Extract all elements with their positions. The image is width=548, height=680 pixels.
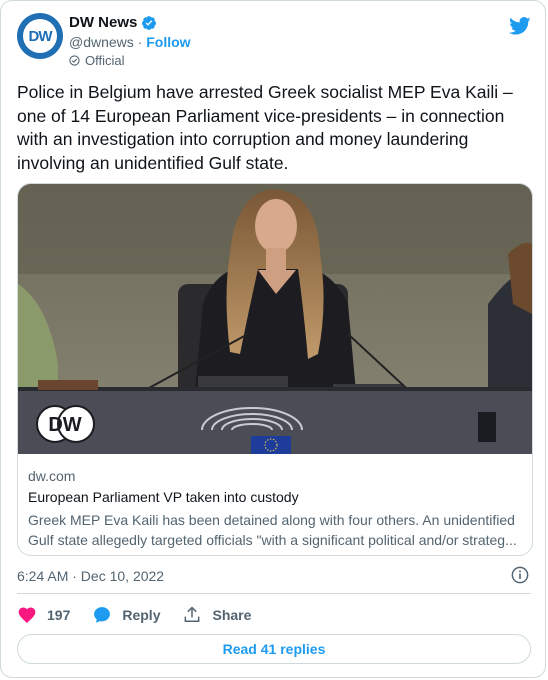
action-bar: 197 Reply Share — [17, 604, 273, 626]
link-description: Greek MEP Eva Kaili has been detained al… — [28, 510, 524, 550]
share-label: Share — [212, 607, 252, 623]
divider — [17, 593, 531, 594]
follow-button[interactable]: Follow — [146, 34, 190, 50]
share-icon — [185, 606, 200, 622]
verified-badge-icon — [142, 15, 157, 30]
info-icon[interactable] — [511, 566, 529, 584]
link-description-line: Gulf state allegedly targeted officials … — [28, 532, 517, 548]
dw-watermark-text: DW — [48, 414, 81, 436]
like-count: 197 — [47, 607, 71, 623]
link-card[interactable]: DW dw.com European Parliament VP taken i… — [17, 183, 533, 556]
reply-bubble-icon — [94, 607, 111, 623]
reply-label: Reply — [122, 607, 161, 623]
read-replies-button[interactable]: Read 41 replies — [17, 634, 531, 664]
share-button[interactable]: Share — [182, 605, 251, 625]
like-button[interactable]: 197 — [17, 605, 70, 625]
official-badge-icon — [69, 55, 80, 66]
twitter-bird-icon[interactable] — [509, 15, 531, 37]
dw-logo: DW — [23, 19, 57, 53]
tweet-timestamp[interactable]: 6:24 AM · Dec 10, 2022 — [17, 568, 164, 584]
link-info[interactable]: dw.com European Parliament VP taken into… — [18, 454, 532, 555]
official-text: Official — [85, 53, 125, 68]
tweet-text: Police in Belgium have arrested Greek so… — [17, 82, 513, 173]
link-title: European Parliament VP taken into custod… — [28, 489, 299, 505]
link-description-line: Greek MEP Eva Kaili has been detained al… — [28, 512, 515, 528]
separator: · — [137, 34, 143, 50]
avatar[interactable]: DW — [17, 13, 63, 59]
reply-button[interactable]: Reply — [92, 605, 160, 625]
handle[interactable]: @dwnews — [69, 34, 134, 50]
name-row: DW News — [69, 14, 157, 31]
tweet-card: DW DW News @dwnews · Follow Official Pol… — [0, 0, 546, 678]
link-domain: dw.com — [28, 468, 76, 484]
official-label: Official — [69, 53, 125, 68]
handle-row: @dwnews · Follow — [69, 34, 191, 50]
article-photo: DW — [18, 184, 532, 454]
heart-icon — [18, 607, 36, 623]
display-name[interactable]: DW News — [69, 14, 137, 31]
